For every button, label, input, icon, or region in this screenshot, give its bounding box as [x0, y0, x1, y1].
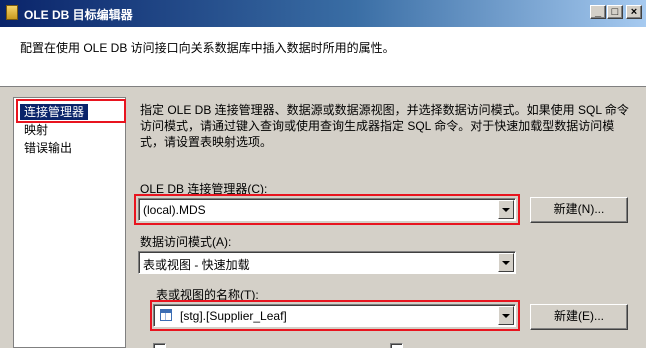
description-text: 配置在使用 OLE DB 访问接口向关系数据库中插入数据时所用的属性。: [20, 41, 395, 55]
sidebar-item-mappings[interactable]: 映射: [20, 122, 52, 138]
access-mode-label: 数据访问模式(A):: [140, 235, 232, 249]
connection-manager-value: (local).MDS: [143, 203, 206, 217]
help-text: 指定 OLE DB 连接管理器、数据源或数据源视图，并选择数据访问模式。如果使用…: [140, 103, 629, 149]
title-bar: OLE DB 目标编辑器 _ □ ×: [0, 0, 646, 27]
close-button[interactable]: ×: [626, 5, 642, 19]
sidebar-item-error-output[interactable]: 错误输出: [20, 140, 76, 156]
connection-manager-select[interactable]: (local).MDS: [138, 198, 516, 221]
new-connection-button[interactable]: 新建(N)...: [530, 197, 628, 223]
window-title: OLE DB 目标编辑器: [24, 8, 133, 22]
sidebar-item-connection-manager[interactable]: 连接管理器: [20, 104, 89, 120]
option-checkbox-left[interactable]: [153, 343, 166, 348]
chevron-down-icon[interactable]: [498, 200, 514, 219]
new-table-button[interactable]: 新建(E)...: [530, 304, 628, 330]
chevron-down-icon[interactable]: [498, 306, 514, 325]
package-icon: [6, 5, 18, 20]
chevron-down-icon[interactable]: [498, 253, 514, 272]
table-name-value: [stg].[Supplier_Leaf]: [180, 309, 287, 323]
option-checkbox-right[interactable]: [390, 343, 403, 348]
table-name-select[interactable]: [stg].[Supplier_Leaf]: [153, 304, 516, 327]
table-icon: [160, 309, 172, 321]
access-mode-select[interactable]: 表或视图 - 快速加载: [138, 251, 516, 274]
table-name-label: 表或视图的名称(T):: [156, 288, 259, 302]
access-mode-value: 表或视图 - 快速加载: [143, 258, 250, 272]
description-panel: 配置在使用 OLE DB 访问接口向关系数据库中插入数据时所用的属性。: [0, 27, 646, 87]
connection-manager-label: OLE DB 连接管理器(C):: [140, 182, 268, 196]
sidebar: 连接管理器 映射 错误输出: [13, 97, 126, 348]
maximize-button[interactable]: □: [607, 5, 623, 19]
minimize-button[interactable]: _: [590, 5, 606, 19]
